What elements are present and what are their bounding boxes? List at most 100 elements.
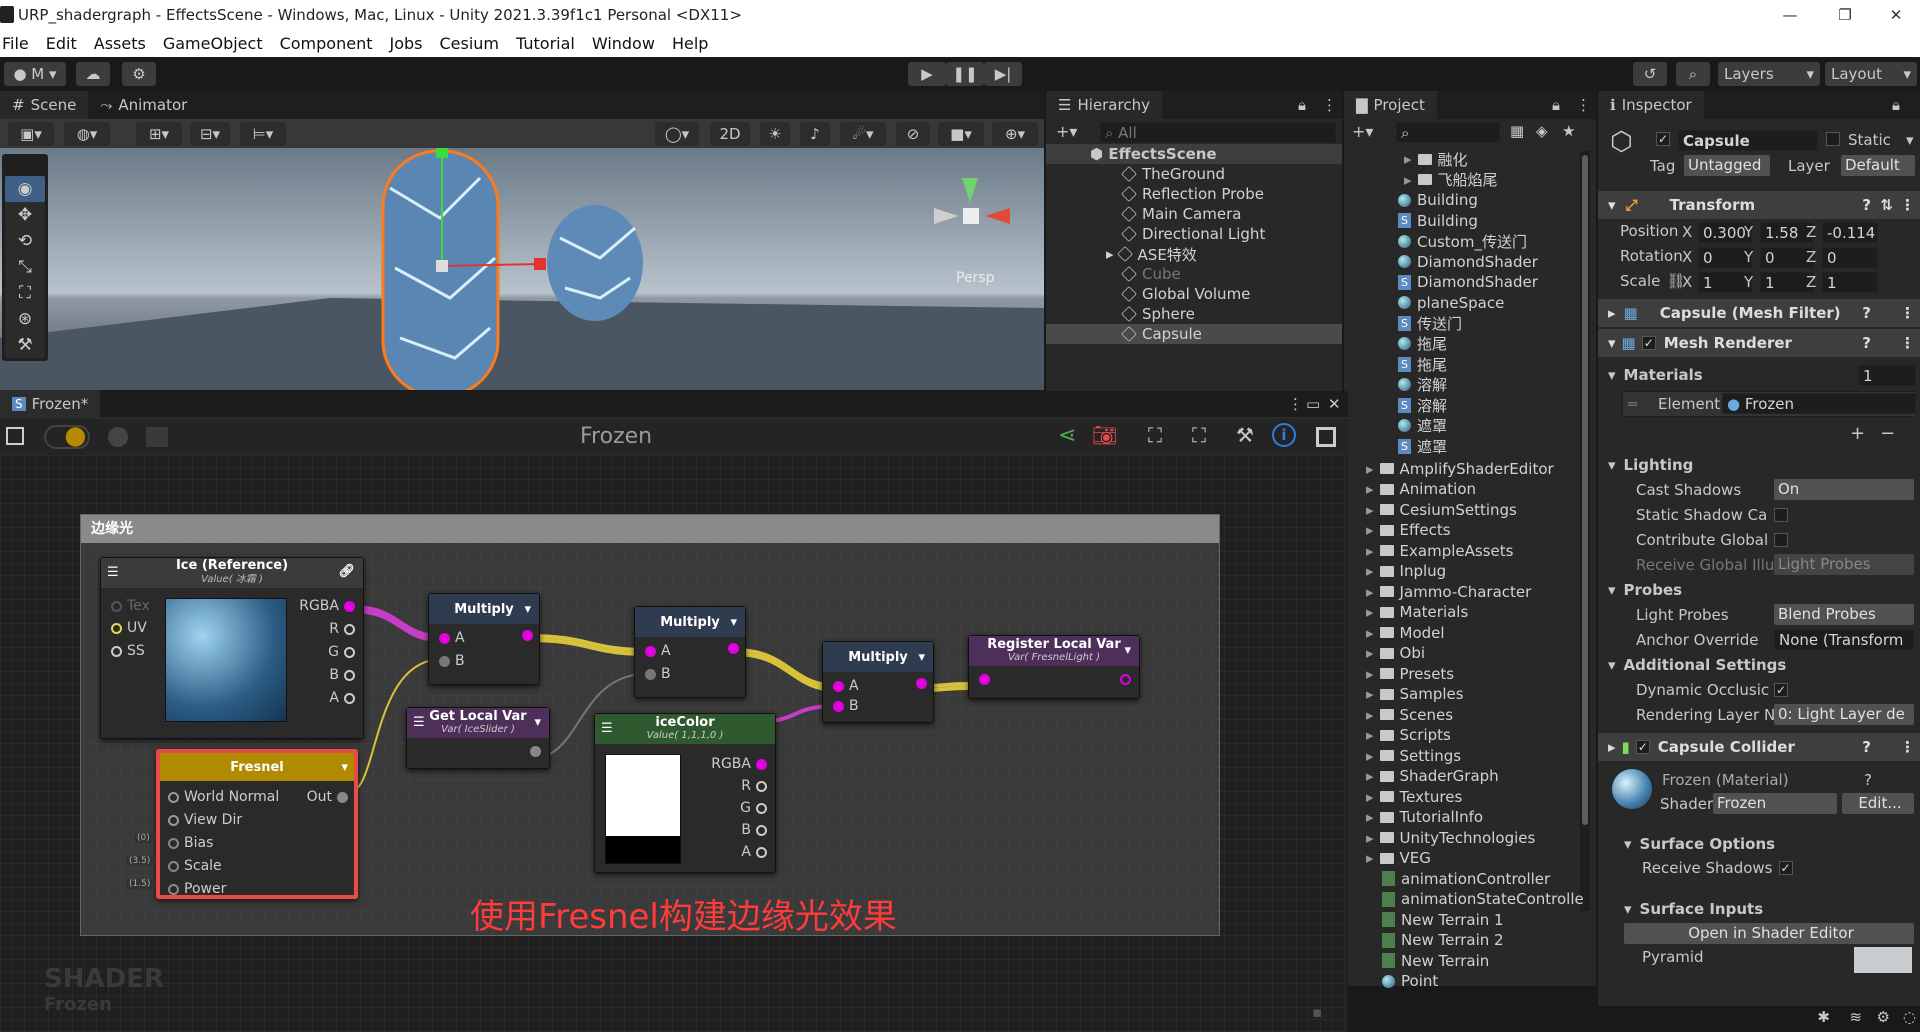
dynamic-occlusion-checkbox[interactable]: ✓ bbox=[1774, 683, 1788, 697]
hierarchy-item[interactable]: Reflection Probe bbox=[1121, 184, 1264, 204]
rotate-tool[interactable]: ⟲ bbox=[5, 228, 45, 254]
project-item[interactable]: ▸ Inplug bbox=[1366, 561, 1446, 581]
project-item[interactable]: S 遮罩 bbox=[1398, 436, 1447, 456]
search-button[interactable]: ⌕ bbox=[1676, 62, 1710, 86]
light-probes-dropdown[interactable]: Blend Probes bbox=[1774, 604, 1914, 625]
node-get-local-var[interactable]: Get Local Var Var( IceSlider ) ☰ ▾ bbox=[406, 707, 550, 769]
tab-frozen[interactable]: S Frozen* bbox=[0, 390, 101, 418]
port-out[interactable] bbox=[522, 630, 533, 641]
static-dropdown-icon[interactable]: ▾ bbox=[1906, 131, 1914, 149]
menu-file[interactable]: File bbox=[0, 34, 29, 53]
project-item[interactable]: ▸ Jammo-Character bbox=[1366, 582, 1531, 602]
rendering-layer-dropdown[interactable]: 0: Light Layer de bbox=[1774, 704, 1914, 725]
rect-tool[interactable]: ⛶ bbox=[5, 280, 45, 306]
help-icon[interactable]: ? bbox=[1862, 196, 1871, 214]
favorite-icon[interactable]: ★ bbox=[1562, 122, 1575, 140]
project-item[interactable]: S 拖尾 bbox=[1398, 354, 1447, 374]
port-a-in[interactable]: A bbox=[645, 643, 671, 659]
port-a[interactable]: A bbox=[741, 844, 767, 860]
project-item[interactable]: ▸ Presets bbox=[1366, 664, 1454, 684]
project-item[interactable]: New Terrain 1 bbox=[1382, 910, 1504, 930]
surface-inputs-foldout[interactable]: ▾ Surface Inputs bbox=[1598, 897, 1920, 921]
menu-help[interactable]: Help bbox=[670, 34, 708, 53]
hierarchy-item[interactable]: Global Volume bbox=[1121, 284, 1250, 304]
port-b-in[interactable]: B bbox=[439, 653, 465, 669]
add-object-button[interactable]: +▾ bbox=[1056, 122, 1077, 141]
position-z-field[interactable]: -0.114 bbox=[1822, 222, 1878, 243]
more-menu-icon[interactable]: ⋮ bbox=[1322, 96, 1337, 114]
effects-dropdown[interactable]: ☄▾ bbox=[840, 122, 886, 146]
axis-label[interactable]: Z bbox=[1806, 248, 1816, 266]
persp-label[interactable]: Persp bbox=[956, 270, 995, 286]
shader-dropdown[interactable]: Frozen bbox=[1713, 793, 1837, 814]
hierarchy-item[interactable]: Directional Light bbox=[1121, 224, 1265, 244]
project-item[interactable]: ▸ ExampleAssets bbox=[1366, 541, 1513, 561]
color-swatch-preview[interactable] bbox=[605, 754, 681, 864]
project-item[interactable]: ▸ Obi bbox=[1366, 643, 1425, 663]
port-b-in[interactable]: B bbox=[833, 698, 859, 714]
project-search-input[interactable]: ⌕ bbox=[1396, 122, 1500, 143]
expand-arrow-icon[interactable]: ▸ bbox=[1366, 706, 1374, 724]
bias-default-field[interactable]: (0) bbox=[134, 833, 153, 843]
menu-edit[interactable]: Edit bbox=[44, 34, 77, 53]
remove-element-button[interactable]: − bbox=[1880, 423, 1895, 444]
project-item[interactable]: ▸ VEG bbox=[1366, 848, 1431, 868]
port-out[interactable] bbox=[916, 678, 927, 689]
axis-label[interactable]: Y bbox=[1744, 248, 1753, 266]
receive-shadows-checkbox[interactable]: ✓ bbox=[1778, 861, 1793, 875]
project-item[interactable]: Custom_传送门 bbox=[1398, 231, 1527, 251]
project-item[interactable]: ▸ Settings bbox=[1366, 746, 1461, 766]
expand-arrow-icon[interactable]: ▸ bbox=[1366, 767, 1374, 785]
port-ss[interactable]: SS bbox=[111, 643, 145, 659]
axis-label[interactable]: X bbox=[1682, 223, 1692, 241]
menu-component[interactable]: Component bbox=[278, 34, 373, 53]
node-menu-icon[interactable]: ☰ bbox=[107, 566, 119, 580]
lock-icon[interactable]: 🔒︎ bbox=[1552, 96, 1560, 114]
node-multiply-2[interactable]: Multiply ▾ A B bbox=[634, 606, 746, 698]
tab-project[interactable]: ▇ Project bbox=[1344, 91, 1437, 119]
axis-label[interactable]: X bbox=[1682, 273, 1692, 291]
port-in[interactable] bbox=[979, 674, 990, 685]
port-scale[interactable]: Scale bbox=[168, 858, 222, 874]
expand-arrow-icon[interactable]: ▸ bbox=[1366, 501, 1374, 519]
project-item[interactable]: Point bbox=[1382, 971, 1438, 991]
expand-arrow-icon[interactable]: ▸ bbox=[1404, 171, 1412, 189]
project-item[interactable]: ▸ Effects bbox=[1366, 520, 1451, 540]
hierarchy-item[interactable]: ▸ ASE特效 bbox=[1106, 244, 1197, 264]
static-shadow-checkbox[interactable] bbox=[1774, 508, 1788, 522]
scale-default-field[interactable]: (3.5) bbox=[126, 856, 154, 866]
chevron-down-icon[interactable]: ▾ bbox=[918, 650, 925, 665]
project-item[interactable]: Building bbox=[1398, 190, 1478, 210]
node-register-local-var[interactable]: Register Local Var Var( FresnelLight ) ▾ bbox=[968, 635, 1140, 699]
node-ice-reference[interactable]: Ice (Reference) Value( 冰霜 ) ☰ 🔗︎ Tex UV … bbox=[100, 557, 364, 739]
hierarchy-item-selected[interactable]: Capsule bbox=[1046, 324, 1342, 344]
minimize-button[interactable]: — bbox=[1760, 0, 1820, 30]
project-item[interactable]: 遮罩 bbox=[1398, 416, 1447, 436]
project-item[interactable]: ▸ TutorialInfo bbox=[1366, 807, 1483, 827]
port-b-in[interactable]: B bbox=[645, 666, 671, 682]
project-item[interactable]: S 溶解 bbox=[1398, 395, 1447, 415]
maximize-icon[interactable]: ▭ bbox=[1306, 395, 1320, 413]
project-item[interactable]: animationStateControlle bbox=[1382, 889, 1584, 909]
anchor-override-field[interactable]: None (Transform bbox=[1774, 629, 1914, 650]
more-menu-icon[interactable]: ⋮ bbox=[1576, 96, 1591, 114]
scale-tool[interactable]: ⤡ bbox=[5, 254, 45, 280]
port-rgba[interactable]: RGBA bbox=[711, 756, 767, 772]
port-tex[interactable]: Tex bbox=[111, 598, 150, 614]
project-item[interactable]: ▸ UnityTechnologies bbox=[1366, 828, 1535, 848]
materials-count-field[interactable]: 1 bbox=[1858, 365, 1916, 386]
object-name-field[interactable]: Capsule bbox=[1678, 130, 1818, 151]
expand-arrow-icon[interactable]: ▸ bbox=[1366, 849, 1374, 867]
expand-arrow-icon[interactable]: ▸ bbox=[1366, 603, 1374, 621]
mesh-renderer-checkbox[interactable]: ✓ bbox=[1641, 336, 1656, 350]
axis-label[interactable]: Z bbox=[1806, 273, 1816, 291]
lighting-toggle[interactable]: ☀ bbox=[760, 122, 790, 146]
project-item[interactable]: ▸ Model bbox=[1366, 623, 1445, 643]
menu-gameobject[interactable]: GameObject bbox=[161, 34, 263, 53]
filter-label-icon[interactable]: ◈ bbox=[1536, 122, 1548, 140]
menu-assets[interactable]: Assets bbox=[92, 34, 146, 53]
project-item[interactable]: ▸ Samples bbox=[1366, 684, 1464, 704]
tab-animator[interactable]: ⤳ Animator bbox=[88, 91, 199, 119]
drag-handle-icon[interactable]: ═ bbox=[1628, 395, 1637, 413]
play-button[interactable]: ▶ bbox=[908, 62, 946, 86]
